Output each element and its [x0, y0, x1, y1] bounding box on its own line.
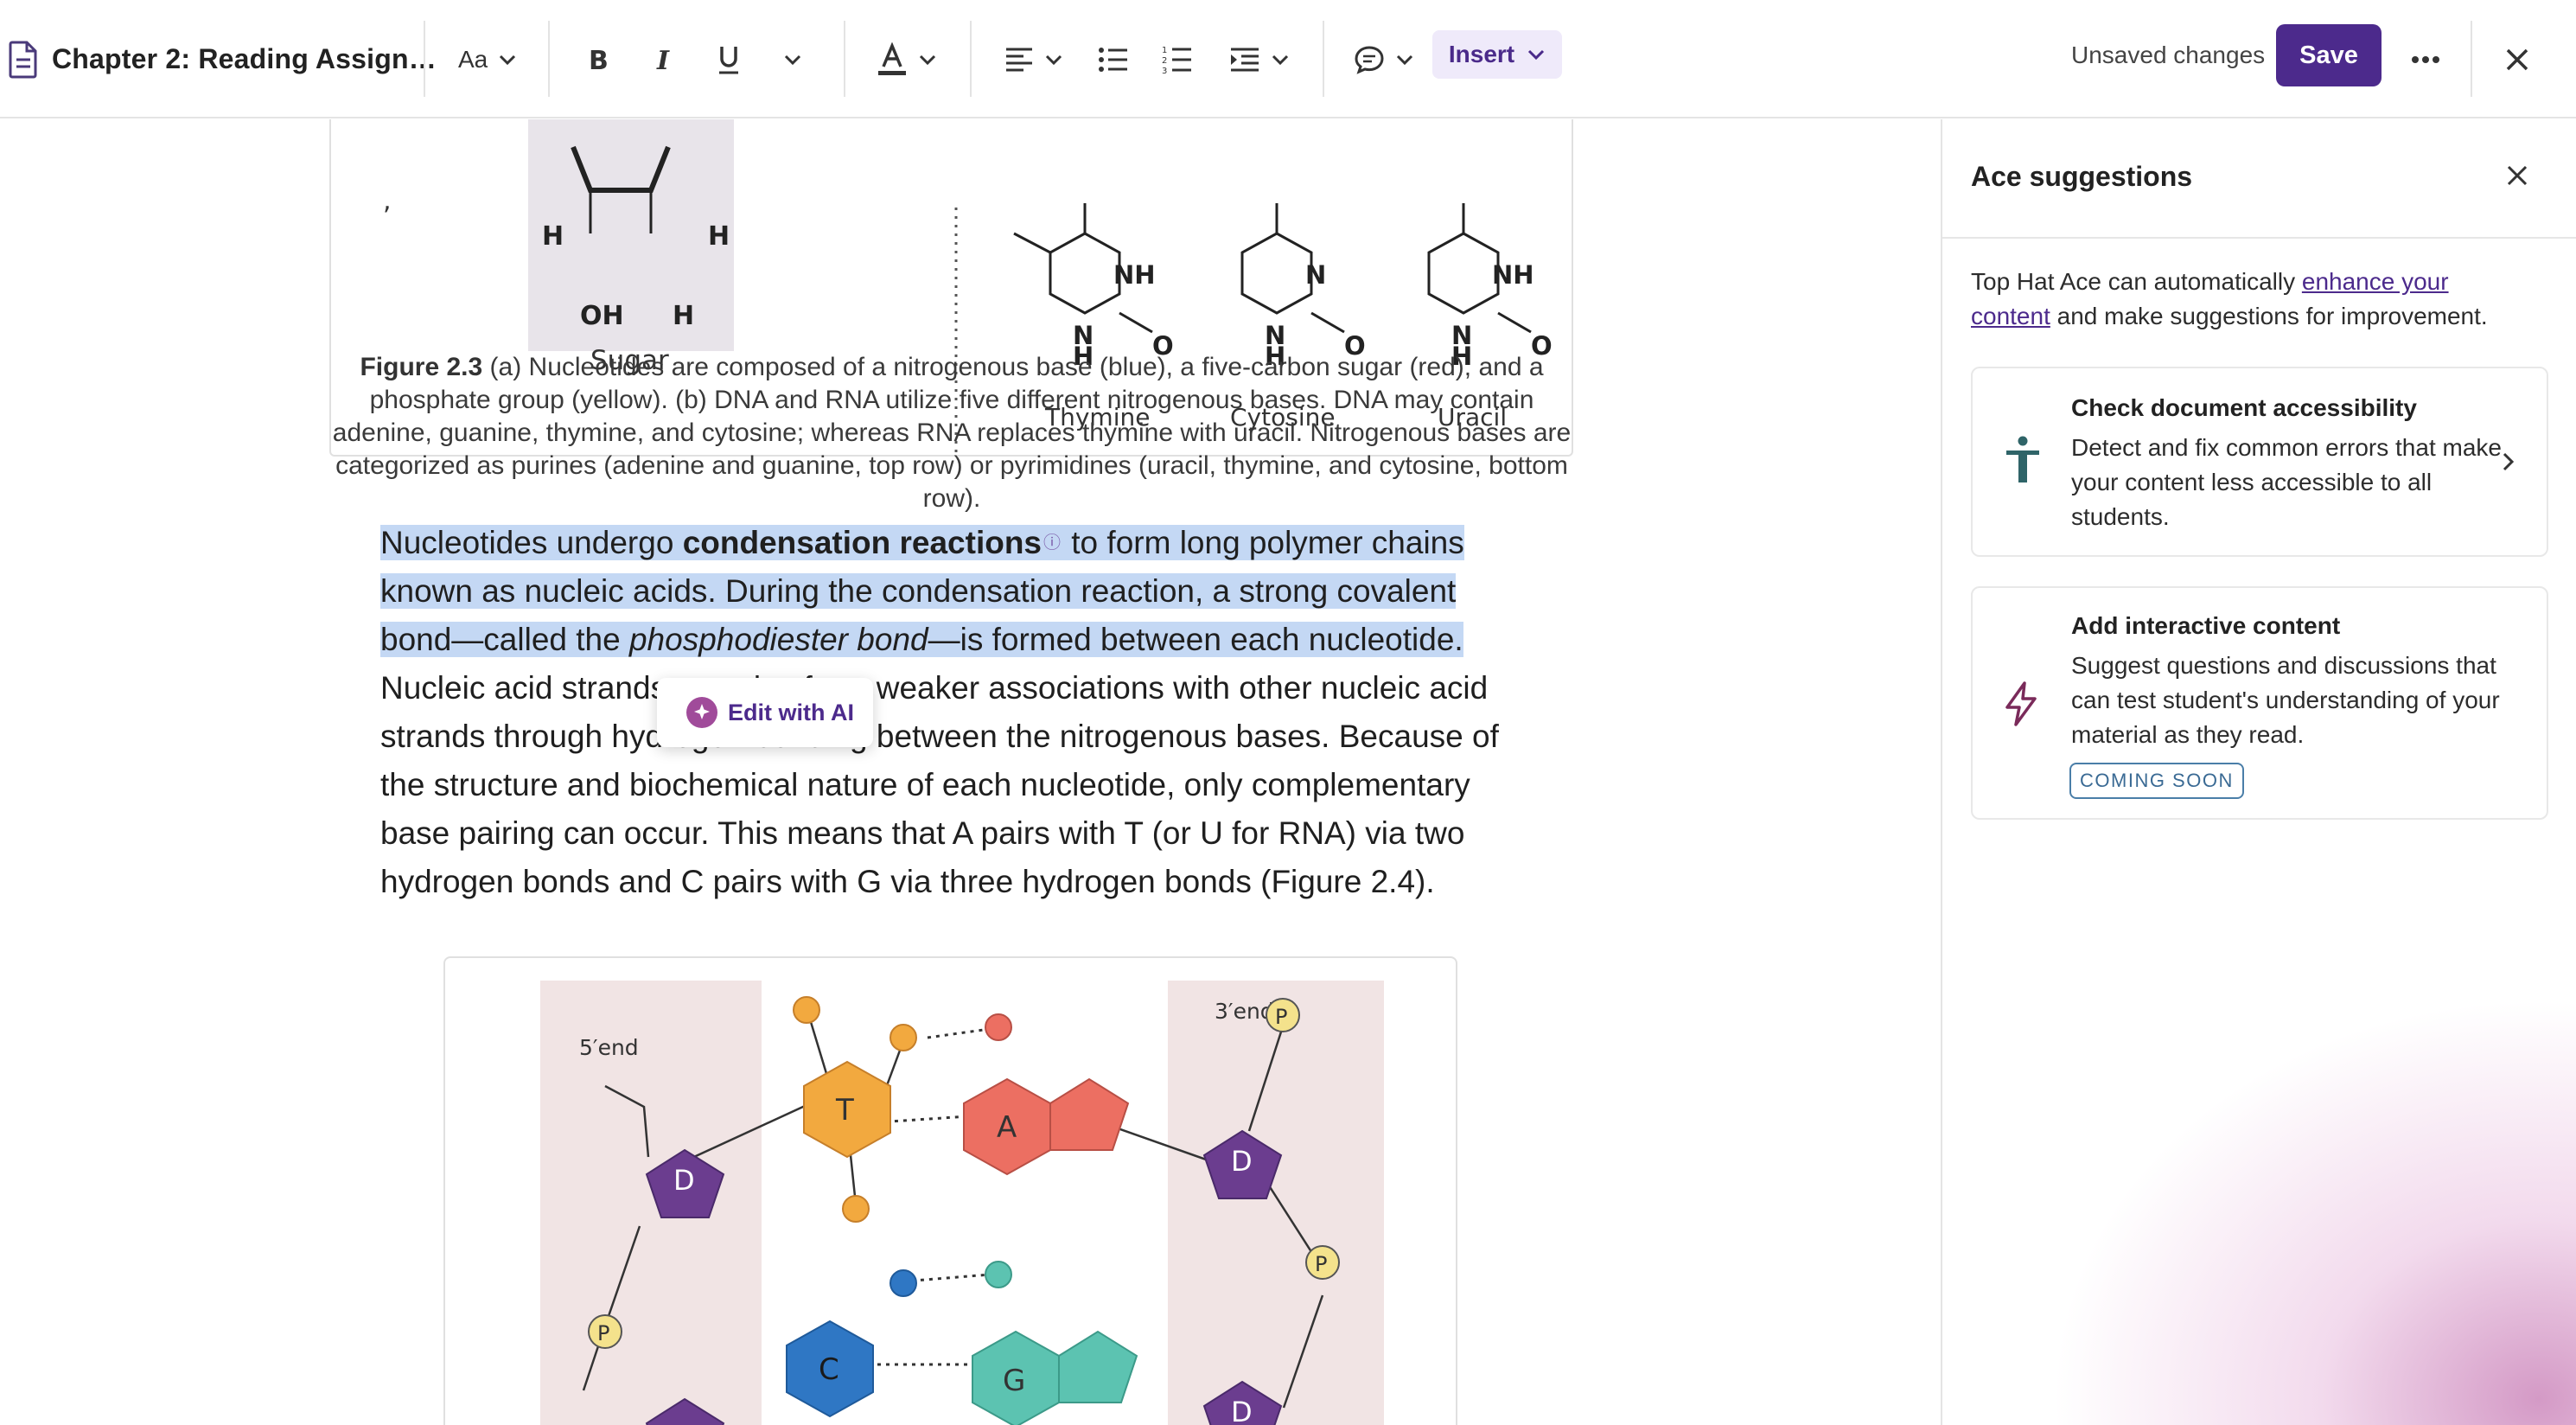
adenine-base-label: A [997, 1110, 1017, 1145]
figure-2-4-image: 5′end 3′end P P P D D D T A C G [443, 956, 1457, 1425]
align-dropdown[interactable] [1004, 0, 1063, 118]
chevron-down-icon [1045, 54, 1062, 65]
figure-label: Figure 2.3 [360, 353, 483, 381]
comment-dropdown[interactable] [1354, 0, 1414, 118]
text-color-dropdown[interactable] [877, 0, 937, 118]
chevron-down-icon [500, 54, 516, 65]
chevron-down-icon [784, 54, 801, 65]
phosphate-label: P [1315, 1252, 1327, 1276]
bullet-list-icon [1099, 47, 1127, 72]
chevron-down-icon [1396, 54, 1413, 65]
document-icon [9, 0, 38, 118]
atom-label: H [673, 301, 694, 331]
more-formatting-dropdown[interactable] [783, 0, 802, 118]
card-title: Add interactive content [2071, 612, 2341, 639]
edit-with-ai-label: Edit with AI [728, 699, 854, 725]
five-prime-end-label: 5′end [579, 1035, 639, 1060]
atom-label: H [542, 221, 564, 252]
chevron-right-icon[interactable] [2502, 451, 2515, 476]
chevron-down-icon [1272, 54, 1289, 65]
accessibility-icon [2004, 436, 2042, 489]
info-icon[interactable]: ⓘ [1043, 534, 1061, 553]
card-description: Suggest questions and discussions that c… [2071, 652, 2500, 748]
phosphate-label: P [597, 1321, 609, 1345]
add-interactive-content-card[interactable]: Add interactive content Suggest question… [1971, 586, 2548, 820]
atom-label: NH [1113, 260, 1156, 290]
insert-dropdown[interactable]: Insert [1432, 30, 1562, 79]
svg-text:I: I [656, 46, 670, 73]
close-editor-button[interactable] [2505, 0, 2529, 118]
align-left-icon [1006, 48, 1032, 71]
italic-icon: I [656, 46, 670, 73]
indent-icon [1231, 48, 1259, 71]
toolbar-divider [1323, 21, 1324, 97]
close-icon [2507, 165, 2528, 186]
thymine-base-label: T [835, 1093, 854, 1128]
svg-text:1: 1 [1162, 46, 1167, 55]
phosphate-label: P [1275, 1005, 1287, 1029]
guanine-base-label: G [1003, 1364, 1025, 1398]
underline-button[interactable] [716, 0, 742, 118]
caption-text: (a) Nucleotides are composed of a nitrog… [332, 353, 1572, 513]
three-prime-end-label: 3′end [1215, 999, 1274, 1024]
italic-term: phosphodiester bond [628, 622, 928, 657]
coming-soon-badge: COMING SOON [2069, 763, 2244, 799]
card-description: Detect and fix common errors that make y… [2071, 434, 2502, 530]
bold-icon: B [589, 46, 609, 73]
close-icon [2506, 48, 2528, 70]
more-options-button[interactable] [2411, 0, 2440, 118]
atom-label: H [708, 221, 730, 252]
selected-text[interactable]: Nucleotides undergo condensation reactio… [380, 525, 1464, 657]
bold-button[interactable]: B [586, 0, 610, 118]
font-size-dropdown[interactable]: Aa [458, 0, 517, 118]
numbered-list-button[interactable]: 123 [1162, 0, 1193, 118]
deoxyribose-label: D [673, 1164, 695, 1197]
toolbar-divider [2471, 21, 2472, 97]
svg-text:B: B [589, 46, 609, 73]
panel-title: Ace suggestions [1971, 161, 2193, 192]
body-paragraph[interactable]: Nucleotides undergo condensation reactio… [380, 519, 1521, 906]
comment-icon [1355, 45, 1384, 74]
figure-2-3-caption: Figure 2.3 (a) Nucleotides are composed … [328, 351, 1575, 515]
toolbar-divider [970, 21, 972, 97]
glossary-term[interactable]: condensation reactions [683, 525, 1042, 560]
ace-suggestions-panel: Ace suggestions Top Hat Ace can automati… [1941, 119, 2576, 1425]
toolbar-divider [548, 21, 550, 97]
indent-dropdown[interactable] [1229, 0, 1290, 118]
document-title[interactable]: Chapter 2: Reading Assign… [52, 0, 437, 118]
insert-label: Insert [1448, 41, 1515, 67]
text-color-icon [878, 42, 906, 75]
close-panel-button[interactable] [2506, 164, 2528, 191]
svg-text:3: 3 [1162, 67, 1167, 74]
chevron-down-icon [919, 54, 936, 65]
toolbar-divider [844, 21, 845, 97]
edit-with-ai-button[interactable]: Edit with AI [657, 678, 873, 747]
toolbar-divider [424, 21, 425, 97]
save-button[interactable]: Save [2276, 24, 2382, 86]
svg-text:,: , [383, 186, 392, 216]
ai-sparkle-icon [686, 697, 717, 728]
deoxyribose-label: D [1231, 1145, 1253, 1178]
numbered-list-icon: 123 [1162, 46, 1191, 74]
bullet-list-button[interactable] [1098, 0, 1129, 118]
panel-header: Ace suggestions [1942, 119, 2576, 239]
more-horizontal-icon [2412, 55, 2439, 63]
atom-label: NH [1492, 260, 1534, 290]
deoxyribose-label: D [1231, 1396, 1253, 1425]
cytosine-base-label: C [819, 1352, 839, 1387]
panel-intro-text: Top Hat Ace can automatically enhance yo… [1971, 268, 2488, 329]
unsaved-changes-status: Unsaved changes [2071, 42, 2266, 68]
editor-toolbar: Chapter 2: Reading Assign… Aa B I 123 In… [0, 0, 2576, 118]
card-title: Check document accessibility [2071, 394, 2417, 421]
font-size-label: Aa [458, 45, 488, 73]
chevron-down-icon [1528, 49, 1545, 61]
document-body[interactable]: H H OH H Sugar , NH N H O Thymine N N H … [0, 119, 1941, 1425]
atom-label: N [1305, 260, 1326, 290]
italic-button[interactable]: I [652, 0, 676, 118]
svg-text:2: 2 [1162, 56, 1167, 66]
lightning-icon [2004, 681, 2038, 731]
underline-icon [719, 46, 738, 73]
check-accessibility-card[interactable]: Check document accessibility Detect and … [1971, 367, 2548, 557]
atom-label: OH [580, 301, 624, 331]
